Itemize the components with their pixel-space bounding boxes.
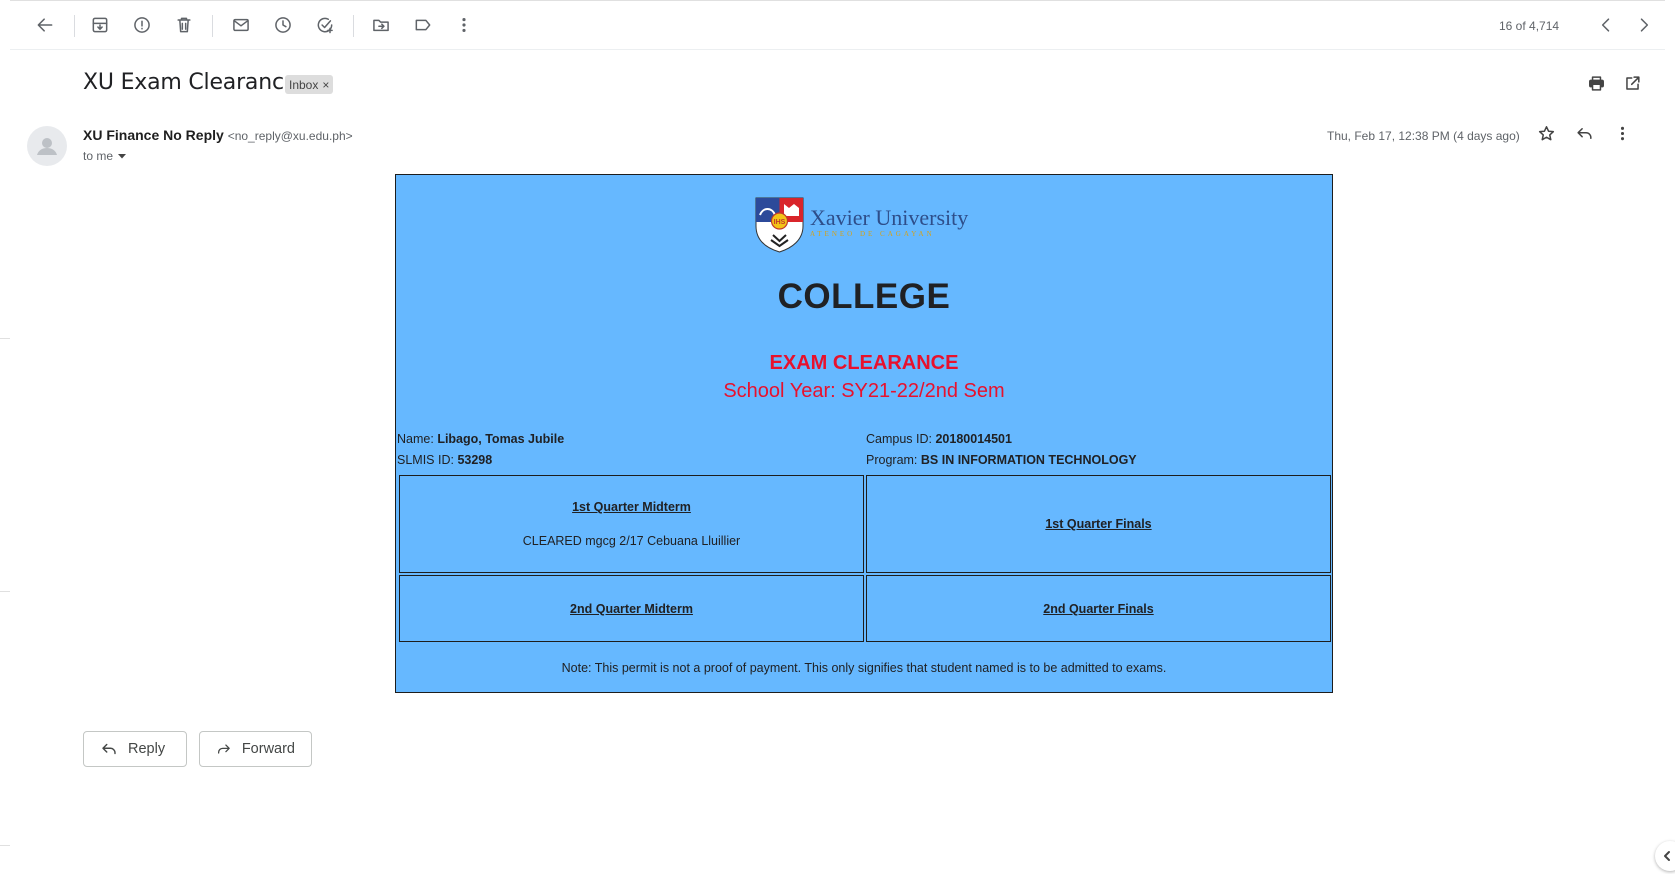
open-new-window-button[interactable] [1618, 69, 1646, 97]
open-in-new-icon [1625, 75, 1640, 90]
campus-id-value: 20180014501 [935, 432, 1012, 446]
clearance-card: IHS Xavier University ATENEO DE CAGAYAN … [395, 174, 1333, 693]
slmis-label: SLMIS ID: [397, 453, 454, 467]
reply-button[interactable]: Reply [83, 731, 187, 767]
chevron-left-icon [1664, 851, 1670, 861]
label-icon [415, 19, 431, 31]
star-icon [1538, 125, 1554, 140]
archive-button[interactable] [85, 10, 115, 40]
pagination-count: 16 of 4,714 [1499, 19, 1560, 33]
name-label: Name: [397, 432, 434, 446]
university-crest-icon: IHS [755, 197, 804, 253]
newer-button[interactable] [1591, 10, 1621, 40]
message-more-button[interactable] [1608, 119, 1636, 147]
more-vert-icon [1620, 126, 1624, 140]
to-me-label: to me [83, 149, 114, 163]
mark-unread-button[interactable] [226, 10, 256, 40]
snooze-button[interactable] [268, 10, 298, 40]
q2-finals-cell: 2nd Quarter Finals [866, 575, 1331, 642]
exam-clearance-title: EXAM CLEARANCE [769, 352, 959, 374]
toolbar-divider [74, 15, 75, 37]
q1-midterm-cell: 1st Quarter Midterm CLEARED mgcg 2/17 Ce… [399, 475, 864, 573]
chevron-right-icon [1640, 18, 1649, 32]
more-vert-icon [462, 18, 466, 32]
forward-button[interactable]: Forward [199, 731, 312, 767]
person-icon [37, 138, 57, 155]
sender-name[interactable]: XU Finance No Reply [83, 127, 224, 143]
remove-label-icon[interactable]: × [322, 78, 329, 92]
permit-note: Note: This permit is not a proof of paym… [561, 661, 1167, 675]
print-all-button[interactable] [1582, 69, 1610, 97]
reply-label: Reply [128, 741, 166, 757]
reply-icon-button[interactable] [1570, 119, 1598, 147]
student-name-row: Name: Libago, Tomas Jubile [397, 432, 564, 446]
forward-label: Forward [241, 741, 295, 757]
logo-title: Xavier University [810, 204, 969, 230]
logo-subtitle: ATENEO DE CAGAYAN [810, 229, 935, 238]
email-date: Thu, Feb 17, 12:38 PM (4 days ago) [1327, 129, 1520, 143]
delete-button[interactable] [169, 10, 199, 40]
caret-down-icon [118, 154, 127, 159]
add-to-tasks-button[interactable] [310, 10, 340, 40]
chevron-left-icon [1601, 18, 1610, 32]
back-button[interactable] [30, 10, 60, 40]
sender-email: <no_reply@xu.edu.ph> [227, 129, 353, 143]
side-panel-toggle[interactable] [1655, 841, 1675, 871]
recipient-details-toggle[interactable]: to me [83, 149, 127, 163]
report-spam-button[interactable] [127, 10, 157, 40]
q1-finals-cell: 1st Quarter Finals [866, 475, 1331, 573]
labels-button[interactable] [408, 10, 438, 40]
university-logo: IHS Xavier University ATENEO DE CAGAYAN [755, 197, 968, 253]
slmis-value: 53298 [457, 453, 493, 467]
move-to-button[interactable] [366, 10, 396, 40]
clock-icon [275, 17, 291, 33]
archive-icon [92, 17, 108, 33]
program-row: Program: BS IN INFORMATION TECHNOLOGY [866, 453, 1137, 467]
name-value: Libago, Tomas Jubile [437, 432, 565, 446]
program-label: Program: [866, 453, 918, 467]
q2-finals-link[interactable]: 2nd Quarter Finals [1043, 602, 1153, 616]
q1-midterm-status: CLEARED mgcg 2/17 Cebuana Lluillier [522, 534, 741, 548]
campus-id-label: Campus ID: [866, 432, 932, 446]
email-subject: XU Exam Clearance [83, 70, 298, 95]
forward-icon [218, 744, 230, 754]
arrow-back-icon [37, 18, 53, 32]
inbox-label-chip[interactable]: Inbox × [285, 75, 334, 94]
toolbar: 16 of 4,714 [10, 0, 1665, 50]
slmis-row: SLMIS ID: 53298 [397, 453, 492, 467]
mail-icon [233, 18, 249, 32]
left-edge-mark [0, 845, 10, 846]
print-icon [1588, 75, 1604, 91]
left-edge-mark [0, 338, 10, 339]
toolbar-divider [353, 15, 354, 37]
toolbar-divider [212, 15, 213, 37]
logo-wordmark: Xavier University ATENEO DE CAGAYAN [810, 205, 968, 238]
sender-info: XU Finance No Reply <no_reply@xu.edu.ph> [83, 127, 353, 143]
more-options-button[interactable] [449, 10, 479, 40]
avatar[interactable] [27, 126, 67, 166]
star-button[interactable] [1532, 119, 1560, 147]
college-heading: COLLEGE [777, 277, 951, 316]
reply-icon [1576, 127, 1592, 139]
label-text: Inbox [289, 77, 319, 92]
q1-finals-link[interactable]: 1st Quarter Finals [1045, 517, 1151, 531]
reply-icon [102, 743, 116, 755]
report-spam-icon [134, 17, 150, 33]
left-edge-mark [0, 591, 10, 592]
campus-id-row: Campus ID: 20180014501 [866, 432, 1012, 446]
school-year: School Year: SY21-22/2nd Sem [723, 380, 1005, 402]
older-button[interactable] [1629, 10, 1659, 40]
q1-midterm-link[interactable]: 1st Quarter Midterm [572, 500, 691, 514]
move-to-folder-icon [373, 19, 389, 32]
q2-midterm-link[interactable]: 2nd Quarter Midterm [570, 602, 693, 616]
q2-midterm-cell: 2nd Quarter Midterm [399, 575, 864, 642]
svg-text:IHS: IHS [774, 219, 786, 226]
program-value: BS IN INFORMATION TECHNOLOGY [920, 453, 1137, 467]
trash-icon [177, 17, 191, 33]
add-task-icon [317, 17, 333, 34]
